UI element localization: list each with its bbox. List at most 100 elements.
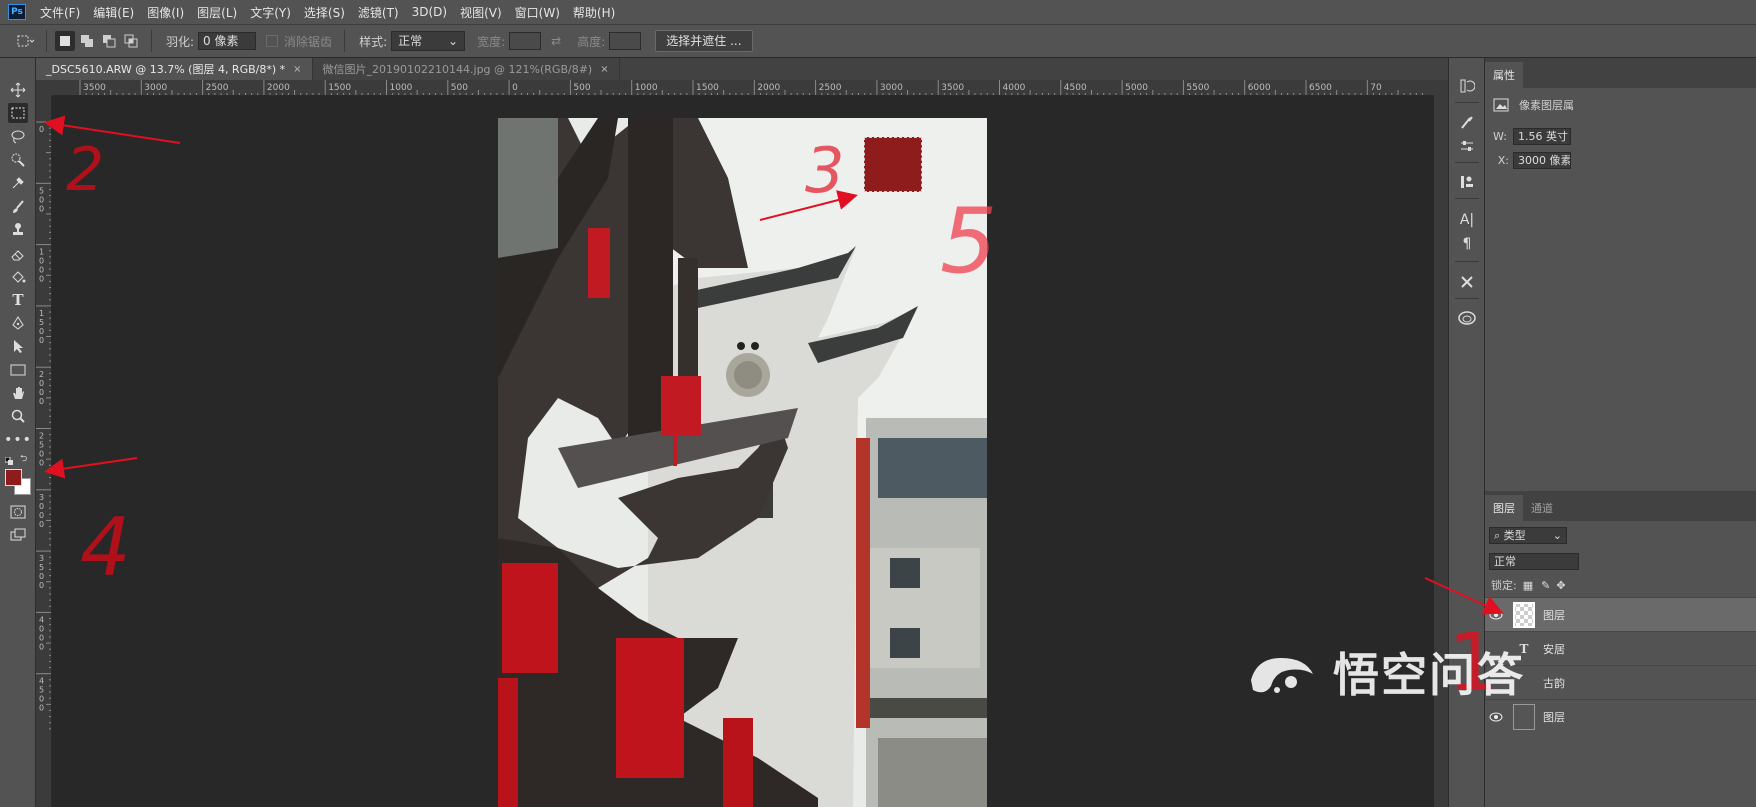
ruler-label: 0 — [39, 581, 44, 590]
menu-select[interactable]: 选择(S) — [304, 4, 345, 21]
lock-position-icon[interactable]: ✥ — [1556, 579, 1565, 592]
layer-filter-select[interactable]: ⌕ 类型 ⌄ — [1489, 526, 1567, 544]
ruler-label: 0 — [39, 642, 44, 651]
move-tool-icon[interactable] — [8, 80, 28, 100]
layer-name[interactable]: 图层 — [1543, 709, 1565, 725]
ruler-origin[interactable] — [36, 80, 52, 96]
ruler-label: 0 — [39, 459, 44, 468]
menu-layer[interactable]: 图层(L) — [197, 4, 237, 21]
pen-tool-icon[interactable] — [8, 313, 28, 333]
subtract-selection-icon[interactable] — [99, 31, 119, 51]
tab-channels[interactable]: 通道 — [1523, 495, 1561, 521]
ruler-label: 0 — [39, 266, 44, 275]
ruler-label: 0 — [39, 204, 44, 213]
lock-transparent-icon[interactable]: ▦ — [1523, 579, 1533, 592]
height-input[interactable] — [609, 32, 642, 50]
lock-label: 锁定: — [1491, 579, 1517, 592]
visibility-eye-icon[interactable] — [1485, 712, 1507, 722]
x-field[interactable]: 3000 像素 — [1513, 151, 1571, 169]
document-tab[interactable]: 微信图片_20190102210144.jpg @ 121%(RGB/8#) × — [312, 58, 620, 80]
close-icon[interactable]: × — [600, 64, 608, 75]
swap-colors-icon[interactable]: ⮌ — [20, 454, 30, 464]
feather-input[interactable]: 0 像素 — [198, 32, 257, 50]
separator — [1455, 198, 1479, 199]
menu-image[interactable]: 图像(I) — [147, 4, 184, 21]
watermark: 悟空问答 — [1245, 637, 1725, 707]
paint-bucket-tool-icon[interactable] — [8, 267, 28, 287]
foreground-color-swatch[interactable] — [5, 469, 22, 486]
character-panel-icon[interactable]: A| — [1457, 210, 1477, 230]
ruler-label: 70 — [1370, 83, 1382, 93]
separator — [151, 30, 152, 52]
blend-mode-select[interactable]: 正常 — [1489, 552, 1579, 570]
vertical-ruler[interactable]: 050010001500200025003000350040004500 — [36, 96, 52, 807]
clone-source-icon[interactable] — [1457, 172, 1477, 192]
paragraph-panel-icon[interactable]: ¶ — [1457, 234, 1477, 254]
document-tab-label: 微信图片_20190102210144.jpg @ 121%(RGB/8#) — [322, 63, 593, 76]
visibility-eye-icon[interactable] — [1485, 610, 1507, 620]
path-select-tool-icon[interactable] — [8, 336, 28, 356]
horizontal-ruler[interactable]: 3500 3000 2500 2000 1500 1000 500 0 500 1000 1500 2… — [52, 80, 1434, 96]
type-tool-icon[interactable]: T — [8, 290, 28, 310]
document-tab-active[interactable]: _DSC5610.ARW @ 13.7% (图层 4, RGB/8*) * × — [36, 58, 313, 80]
quick-mask-icon[interactable] — [8, 502, 28, 522]
new-selection-icon[interactable] — [55, 31, 75, 51]
width-input[interactable] — [509, 32, 542, 50]
tools-preset-icon[interactable] — [1457, 272, 1477, 292]
eyedropper-tool-icon[interactable] — [8, 173, 28, 193]
tab-layers[interactable]: 图层 — [1485, 495, 1523, 521]
close-icon[interactable]: × — [293, 64, 301, 75]
menu-help[interactable]: 帮助(H) — [573, 4, 615, 21]
marquee-tool-icon[interactable] — [8, 103, 28, 123]
rectangle-tool-icon[interactable] — [8, 360, 28, 380]
add-selection-icon[interactable] — [77, 31, 97, 51]
ruler-label: 2 — [39, 370, 44, 379]
libraries-icon[interactable] — [1457, 308, 1477, 328]
x-label: X: — [1497, 153, 1509, 167]
ruler-label: 4000 — [1003, 83, 1026, 93]
lasso-tool-icon[interactable] — [8, 127, 28, 147]
ruler-label: 4500 — [1064, 83, 1087, 93]
menu-filter[interactable]: 滤镜(T) — [358, 4, 399, 21]
stamp-tool-icon[interactable] — [8, 220, 28, 240]
menu-type[interactable]: 文字(Y) — [250, 4, 291, 21]
antialias-checkbox[interactable] — [266, 35, 279, 47]
ruler-label: 1 — [39, 309, 44, 318]
brush-tool-icon[interactable] — [8, 197, 28, 217]
chevron-down-icon: ⌄ — [1552, 528, 1562, 542]
menu-file[interactable]: 文件(F) — [40, 4, 80, 21]
layer-name[interactable]: 图层 — [1543, 607, 1565, 623]
lock-pixels-icon[interactable]: ✎ — [1541, 579, 1550, 592]
height-label: 高度: — [577, 34, 606, 49]
separator — [344, 30, 346, 52]
style-select[interactable]: 正常 ⌄ — [391, 31, 466, 51]
width-field[interactable]: 1.56 英寸 — [1513, 127, 1571, 145]
eraser-tool-icon[interactable] — [8, 244, 28, 264]
ruler-label: 6500 — [1309, 83, 1332, 93]
history-panel-icon[interactable] — [1457, 76, 1477, 96]
ruler-label: 0 — [39, 511, 44, 520]
document-tab-label: _DSC5610.ARW @ 13.7% (图层 4, RGB/8*) * — [46, 63, 286, 76]
hand-tool-icon[interactable] — [8, 383, 28, 403]
menu-edit[interactable]: 编辑(E) — [93, 4, 134, 21]
tool-preset-picker[interactable] — [16, 31, 36, 51]
menu-view[interactable]: 视图(V) — [460, 4, 502, 21]
ruler-label: 0 — [39, 572, 44, 581]
document-image[interactable] — [498, 118, 987, 807]
menu-3d[interactable]: 3D(D) — [412, 5, 447, 19]
screen-mode-icon[interactable] — [8, 525, 28, 545]
adjustments-icon[interactable] — [1457, 136, 1477, 156]
quick-select-tool-icon[interactable] — [8, 150, 28, 170]
menu-window[interactable]: 窗口(W) — [515, 4, 560, 21]
w-label: W: — [1493, 129, 1507, 143]
select-and-mask-button[interactable]: 选择并遮住 ... — [655, 30, 753, 52]
layer-row-selected[interactable]: 图层 — [1485, 597, 1756, 631]
ruler-label: 0 — [39, 195, 44, 204]
swap-dimensions-icon[interactable]: ⇄ — [551, 34, 561, 48]
zoom-tool-icon[interactable] — [8, 406, 28, 426]
default-colors-icon[interactable] — [4, 454, 13, 465]
intersect-selection-icon[interactable] — [121, 31, 141, 51]
brush-settings-icon[interactable] — [1457, 113, 1477, 133]
more-tools-icon[interactable]: ••• — [4, 430, 31, 450]
tab-properties[interactable]: 属性 — [1485, 62, 1523, 88]
